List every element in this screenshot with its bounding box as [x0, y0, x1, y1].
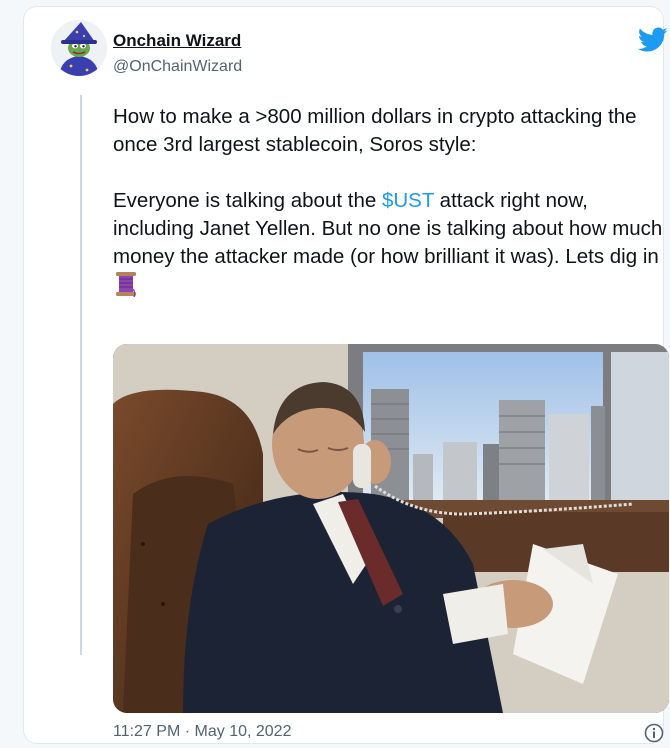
timestamp-separator: · — [180, 723, 195, 740]
timestamp-time: 11:27 PM — [113, 723, 181, 740]
twitter-bird-icon[interactable] — [637, 27, 668, 53]
tweet-card: Onchain Wizard @OnChainWizard How to mak… — [23, 6, 669, 744]
tweet-text-segment: Everyone is talking about the — [113, 189, 382, 212]
avatar[interactable] — [51, 20, 107, 76]
timestamp-date: May 10, 2022 — [194, 723, 292, 740]
tweet-paragraph: Everyone is talking about the $UST attac… — [113, 187, 670, 305]
thread-connector-line — [80, 95, 82, 655]
tweet-text: How to make a >800 million dollars in cr… — [113, 103, 670, 305]
author-display-name[interactable]: Onchain Wizard — [113, 31, 241, 51]
info-icon[interactable] — [644, 723, 664, 743]
cashtag-link[interactable]: $UST — [382, 189, 434, 212]
thread-spool-icon — [115, 271, 137, 305]
man-on-phone-photo — [113, 344, 669, 713]
tweet-photo[interactable] — [113, 344, 669, 713]
author-handle[interactable]: @OnChainWizard — [113, 58, 242, 76]
wizard-avatar-icon — [51, 20, 107, 76]
tweet-timestamp[interactable]: 11:27 PM · May 10, 2022 — [113, 723, 291, 741]
tweet-paragraph: How to make a >800 million dollars in cr… — [113, 105, 637, 156]
